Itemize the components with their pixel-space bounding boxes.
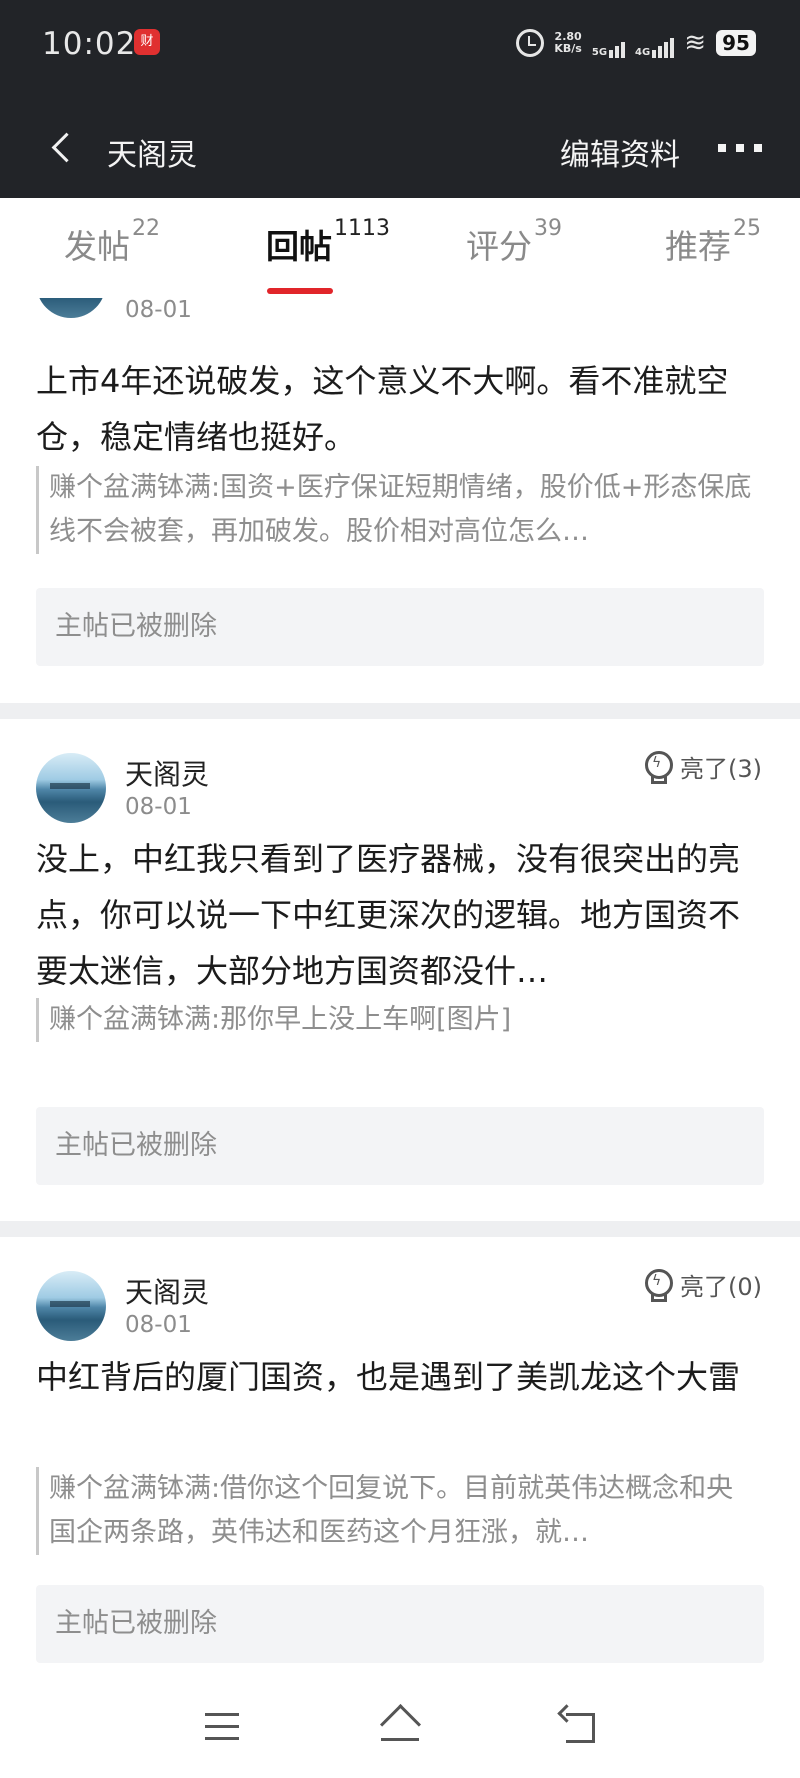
back-arrow-icon[interactable] — [46, 128, 80, 168]
post-date: 08-01 — [125, 297, 192, 323]
like-count: 亮了(0) — [680, 1273, 762, 1301]
tab-posts[interactable]: 发帖22 — [64, 216, 160, 268]
post-date: 08-01 — [125, 1312, 192, 1338]
system-nav-bar — [0, 1683, 800, 1778]
like-count: 亮了(3) — [680, 755, 762, 783]
tab-ratings-count: 39 — [534, 216, 562, 241]
signal-5g-label: 5G — [591, 47, 608, 58]
wifi-icon: ≋ — [684, 28, 706, 58]
quoted-reply[interactable]: 赚个盆满钵满:借你这个回复说下。目前就英伟达概念和央国企两条路，英伟达和医药这个… — [36, 1467, 756, 1555]
tab-recommend-count: 25 — [733, 216, 761, 241]
more-options-icon[interactable] — [718, 144, 762, 152]
divider — [0, 703, 800, 719]
signal-4g-icon: 4G — [635, 28, 675, 58]
tab-ratings-label: 评分 — [466, 227, 532, 266]
alarm-icon — [516, 29, 545, 57]
deleted-thread-notice[interactable]: 主帖已被删除 — [36, 588, 764, 666]
avatar[interactable] — [36, 1271, 106, 1341]
lightbulb-icon: ϟ — [642, 1268, 673, 1302]
menu-icon[interactable] — [205, 1713, 239, 1741]
quoted-reply[interactable]: 赚个盆满钵满:国资+医疗保证短期情绪，股价低+形态保底线不会被套，再加破发。股价… — [36, 466, 756, 554]
like-button[interactable]: ϟ 亮了(3) — [642, 749, 762, 784]
post-date: 08-01 — [125, 794, 192, 820]
tab-recommend[interactable]: 推荐25 — [665, 216, 761, 268]
active-tab-indicator — [267, 288, 333, 294]
network-speed: 2.80 KB/s — [554, 31, 581, 55]
tab-replies-count: 1113 — [334, 216, 390, 241]
username[interactable]: 天阁灵 — [125, 753, 209, 793]
reply-text[interactable]: 没上，中红我只看到了医疗器械，没有很突出的亮点，你可以说一下中红更深次的逻辑。地… — [36, 831, 756, 999]
reply-item[interactable]: 天阁灵 08-01 ϟ 亮了(3) 没上，中红我只看到了医疗器械，没有很突出的亮… — [0, 719, 800, 1185]
status-indicators: 2.80 KB/s 5G 4G ≋ 95 — [516, 26, 756, 60]
reply-item[interactable]: 天阁灵 08-01 ϟ 亮了(0) 中红背后的厦门国资，也是遇到了美凯龙这个大雷… — [0, 1237, 800, 1683]
network-speed-unit: KB/s — [554, 42, 582, 55]
status-time: 10:02 — [42, 26, 137, 62]
deleted-thread-notice[interactable]: 主帖已被删除 — [36, 1585, 764, 1663]
signal-5g-icon: 5G — [591, 28, 626, 58]
like-button[interactable]: ϟ 亮了(0) — [642, 1267, 762, 1302]
reply-text[interactable]: 上市4年还说破发，这个意义不大啊。看不准就空仓，稳定情绪也挺好。 — [36, 353, 756, 465]
tab-posts-label: 发帖 — [64, 227, 130, 266]
profile-header: 天阁灵 编辑资料 — [0, 94, 800, 198]
divider — [0, 1221, 800, 1237]
signal-4g-label: 4G — [635, 47, 651, 58]
home-icon[interactable] — [379, 1708, 421, 1744]
username[interactable]: 天阁灵 — [125, 1271, 209, 1311]
tab-posts-count: 22 — [132, 216, 160, 241]
deleted-thread-notice[interactable]: 主帖已被删除 — [36, 1107, 764, 1185]
avatar[interactable] — [36, 753, 106, 823]
content-sheet: 发帖22 回帖1113 评分39 推荐25 08-01 上市4年还说破发，这个意… — [0, 198, 800, 1683]
lightbulb-icon: ϟ — [642, 750, 673, 784]
tab-bar: 发帖22 回帖1113 评分39 推荐25 — [0, 198, 800, 298]
tab-replies[interactable]: 回帖1113 — [266, 216, 390, 268]
edit-profile-button[interactable]: 编辑资料 — [560, 130, 680, 174]
tab-replies-label: 回帖 — [266, 227, 332, 266]
tab-recommend-label: 推荐 — [665, 227, 731, 266]
battery-level: 95 — [716, 30, 756, 56]
tab-ratings[interactable]: 评分39 — [466, 216, 562, 268]
quoted-reply[interactable]: 赚个盆满钵满:那你早上没上车啊[图片] — [36, 998, 756, 1042]
return-icon[interactable] — [560, 1707, 596, 1743]
app-notification-icon: 财 — [134, 29, 160, 55]
reply-text[interactable]: 中红背后的厦门国资，也是遇到了美凯龙这个大雷 — [36, 1349, 756, 1405]
header-title: 天阁灵 — [107, 138, 197, 173]
status-bar: 10:02 财 2.80 KB/s 5G 4G ≋ 95 — [0, 0, 800, 94]
